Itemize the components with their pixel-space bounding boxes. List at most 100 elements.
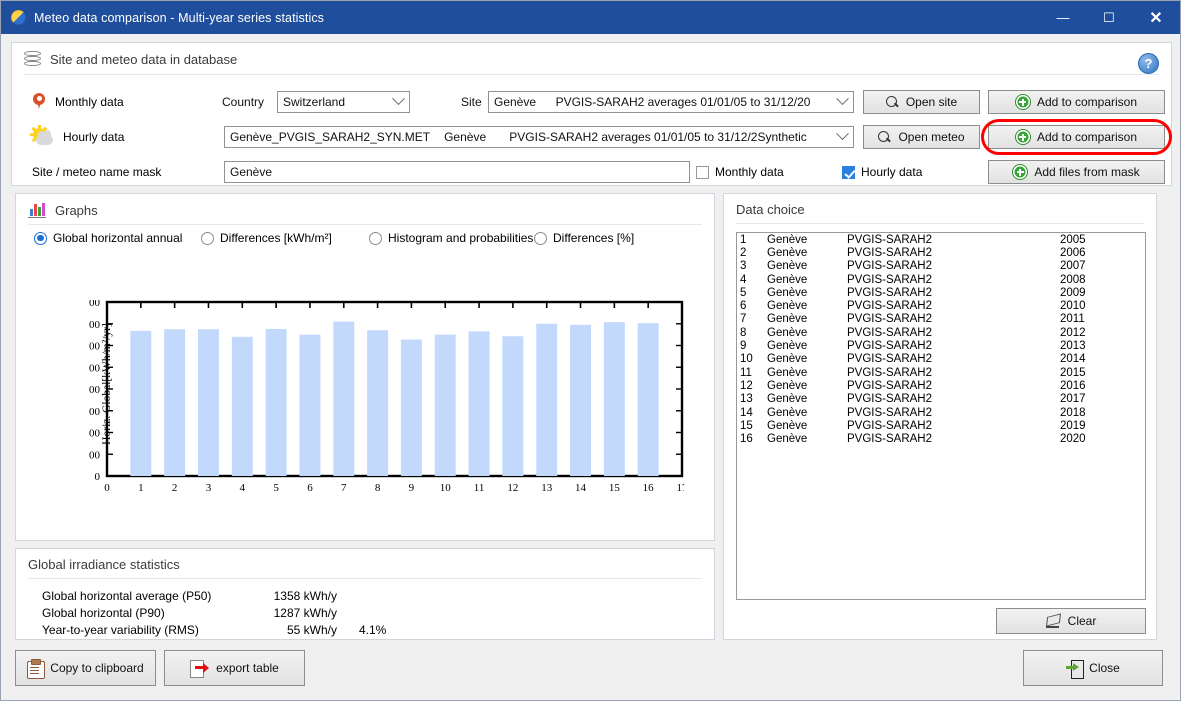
radio-histogram-probabilities[interactable]: Histogram and probabilities	[369, 231, 533, 245]
export-table-label: export table	[216, 661, 279, 675]
list-item-site: Genève	[767, 313, 808, 326]
list-item[interactable]: 13 Genève PVGIS-SARAH2 2017	[737, 393, 1145, 406]
list-item[interactable]: 2 Genève PVGIS-SARAH2 2006	[737, 246, 1145, 259]
svg-text:600: 600	[89, 406, 101, 418]
global-horizontal-annual-chart: 0200400600800100012001400160001234567891…	[89, 300, 684, 496]
clear-button[interactable]: Clear	[996, 608, 1146, 634]
help-icon[interactable]: ?	[1138, 53, 1159, 74]
open-meteo-button[interactable]: Open meteo	[863, 125, 980, 149]
app-window: Meteo data comparison - Multi-year serie…	[0, 0, 1181, 701]
window-controls: — ☐ ✕	[1040, 1, 1180, 34]
name-mask-label-group: Site / meteo name mask	[12, 165, 217, 179]
hourly-data-row: Hourly data Genève_PVGIS_SARAH2_SYN.MET …	[12, 119, 1172, 155]
hourly-data-checkbox[interactable]: Hourly data	[842, 165, 922, 179]
list-item[interactable]: 3 Genève PVGIS-SARAH2 2007	[737, 260, 1145, 273]
list-item-index: 6	[740, 300, 747, 313]
irradiance-statistics-panel: Global irradiance statistics Global hori…	[15, 548, 715, 640]
country-combo[interactable]: Switzerland	[277, 91, 410, 113]
monthly-data-label: Monthly data	[55, 95, 124, 109]
site-combo[interactable]: Genève PVGIS-SARAH2 averages 01/01/05 to…	[488, 91, 854, 113]
list-item-source: PVGIS-SARAH2	[847, 246, 932, 259]
hourly-data-label-group: Hourly data	[12, 125, 212, 146]
list-item[interactable]: 14 Genève PVGIS-SARAH2 2018	[737, 406, 1145, 419]
open-site-label: Open site	[905, 95, 958, 109]
list-item-source: PVGIS-SARAH2	[847, 260, 932, 273]
list-item-source: PVGIS-SARAH2	[847, 393, 932, 406]
list-item-index: 5	[740, 286, 747, 299]
copy-to-clipboard-button[interactable]: Copy to clipboard	[15, 650, 156, 686]
name-mask-label: Site / meteo name mask	[32, 165, 162, 179]
data-choice-panel: Data choice 1 Genève PVGIS-SARAH2 2005 2 Genè…	[723, 193, 1157, 640]
svg-text:1400: 1400	[89, 319, 101, 331]
list-item-index: 3	[740, 260, 747, 273]
plus-circle-icon	[1015, 95, 1030, 109]
checkbox-box	[696, 165, 709, 179]
export-table-button[interactable]: export table	[164, 650, 305, 686]
site-meteo-panel-header: Site and meteo data in database	[12, 43, 1171, 74]
data-choice-panel-title: Data choice	[736, 202, 805, 217]
plus-circle-icon	[1015, 130, 1030, 144]
add-files-from-mask-button[interactable]: Add files from mask	[988, 160, 1165, 184]
list-item-year: 2005	[1060, 233, 1086, 246]
list-item[interactable]: 1 Genève PVGIS-SARAH2 2005	[737, 233, 1145, 246]
minimize-button[interactable]: —	[1040, 1, 1086, 34]
add-site-to-comparison-button[interactable]: Add to comparison	[988, 90, 1165, 114]
list-item[interactable]: 12 Genève PVGIS-SARAH2 2016	[737, 379, 1145, 392]
radio-dot	[534, 231, 547, 245]
statistic-value: 1287 kWh/y	[273, 605, 337, 620]
list-item-source: PVGIS-SARAH2	[847, 233, 932, 246]
list-item-year: 2020	[1060, 433, 1086, 446]
close-window-button[interactable]: ✕	[1132, 1, 1180, 34]
list-item-site: Genève	[767, 353, 808, 366]
close-dialog-button[interactable]: Close	[1023, 650, 1163, 686]
list-item[interactable]: 10 Genève PVGIS-SARAH2 2014	[737, 353, 1145, 366]
add-meteo-label: Add to comparison	[1036, 130, 1138, 144]
list-item[interactable]: 8 Genève PVGIS-SARAH2 2012	[737, 326, 1145, 339]
list-item[interactable]: 6 Genève PVGIS-SARAH2 2010	[737, 299, 1145, 312]
list-item[interactable]: 7 Genève PVGIS-SARAH2 2011	[737, 313, 1145, 326]
list-item[interactable]: 5 Genève PVGIS-SARAH2 2009	[737, 286, 1145, 299]
statistic-name: Year-to-year variability (RMS)	[42, 622, 199, 637]
svg-text:400: 400	[89, 428, 101, 440]
list-item[interactable]: 9 Genève PVGIS-SARAH2 2013	[737, 339, 1145, 352]
radio-differences-kwh[interactable]: Differences [kWh/m²]	[201, 231, 332, 245]
radio-dot	[201, 231, 214, 245]
graph-type-radio-group: Global horizontal annual Differences [kW…	[16, 231, 714, 253]
name-mask-input[interactable]: Genève	[224, 161, 690, 183]
add-meteo-to-comparison-button[interactable]: Add to comparison	[988, 125, 1165, 149]
meteo-file-value: Genève_PVGIS_SARAH2_SYN.MET	[230, 130, 431, 144]
list-item[interactable]: 4 Genève PVGIS-SARAH2 2008	[737, 273, 1145, 286]
graphs-panel-header: Graphs	[16, 194, 714, 224]
graphs-panel: Graphs Global horizontal annual Differen…	[15, 193, 715, 541]
list-item[interactable]: 15 Genève PVGIS-SARAH2 2019	[737, 419, 1145, 432]
meteo-file-combo[interactable]: Genève_PVGIS_SARAH2_SYN.MET Genève PVGIS…	[224, 126, 854, 148]
list-item-index: 10	[740, 353, 753, 366]
list-item[interactable]: 16 Genève PVGIS-SARAH2 2020	[737, 432, 1145, 445]
statistic-value: 55 kWh/y	[286, 622, 337, 637]
monthly-data-checkbox[interactable]: Monthly data	[696, 165, 784, 179]
checkbox-box-checked	[842, 165, 855, 179]
maximize-button[interactable]: ☐	[1086, 1, 1132, 34]
svg-text:7: 7	[341, 482, 347, 494]
list-item-site: Genève	[767, 300, 808, 313]
graphs-panel-title: Graphs	[55, 202, 98, 218]
site-label: Site	[461, 95, 482, 109]
statistics-row: Global horizontal average (P50) 1358 kWh…	[42, 587, 407, 604]
add-files-label: Add files from mask	[1034, 165, 1140, 179]
svg-text:1000: 1000	[89, 362, 101, 374]
monthly-data-label-group: Monthly data	[12, 93, 212, 111]
country-value: Switzerland	[283, 95, 346, 109]
sun-cloud-icon	[32, 125, 54, 146]
monthly-data-checkbox-label: Monthly data	[715, 165, 784, 179]
list-item-site: Genève	[767, 406, 808, 419]
radio-global-horizontal-annual[interactable]: Global horizontal annual	[34, 231, 182, 245]
list-item[interactable]: 11 Genève PVGIS-SARAH2 2015	[737, 366, 1145, 379]
list-item-site: Genève	[767, 340, 808, 353]
data-choice-listbox[interactable]: 1 Genève PVGIS-SARAH2 2005 2 Genève PVGIS-SARA…	[736, 232, 1146, 600]
meteo-detail: PVGIS-SARAH2 averages 01/01/05 to 31/12/…	[509, 130, 807, 144]
country-label: Country	[222, 95, 265, 109]
radio-differences-percent[interactable]: Differences [%]	[534, 231, 634, 245]
svg-text:1200: 1200	[89, 341, 101, 353]
open-site-button[interactable]: Open site	[863, 90, 980, 114]
list-item-source: PVGIS-SARAH2	[847, 379, 932, 392]
